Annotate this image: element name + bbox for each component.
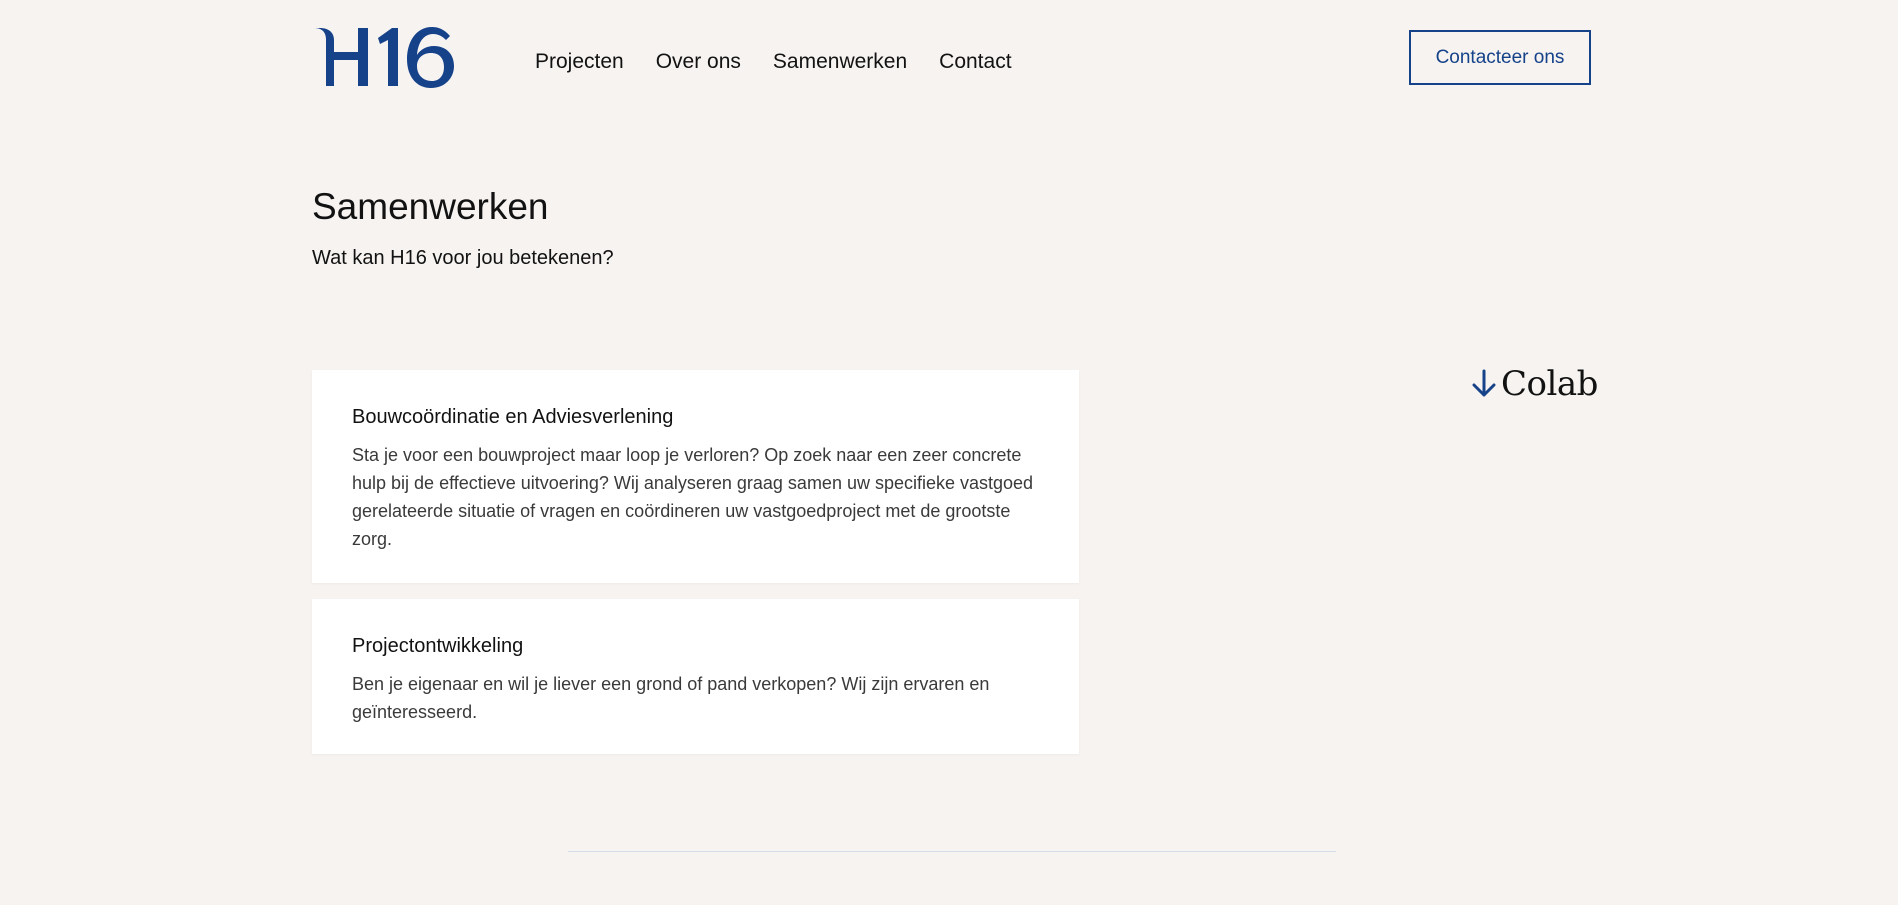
section-divider bbox=[568, 851, 1336, 852]
service-card-title: Bouwcoördinatie en Adviesverlening bbox=[352, 406, 674, 428]
page-subtitle: Wat kan H16 voor jou betekenen? bbox=[312, 247, 614, 269]
nav-item-samenwerken[interactable]: Samenwerken bbox=[773, 50, 907, 74]
nav-item-over-ons[interactable]: Over ons bbox=[656, 50, 741, 74]
arrow-down-icon bbox=[1472, 369, 1496, 397]
service-card-description: Sta je voor een bouwproject maar loop je… bbox=[352, 445, 1034, 549]
contacteer-ons-button[interactable]: Contacteer ons bbox=[1409, 30, 1591, 85]
nav-item-contact[interactable]: Contact bbox=[939, 50, 1011, 74]
colab-label: Colab bbox=[1501, 364, 1598, 404]
service-card-bouwcoordinatie: Bouwcoördinatie en Adviesverlening Sta j… bbox=[312, 370, 1079, 583]
colab-link[interactable]: Colab bbox=[1471, 364, 1598, 404]
service-card-description: Ben je eigenaar en wil je liever een gro… bbox=[352, 674, 990, 722]
service-card-title: Projectontwikkeling bbox=[352, 635, 524, 657]
service-card-projectontwikkeling: Projectontwikkeling Ben je eigenaar en w… bbox=[312, 599, 1079, 754]
page: Projecten Over ons Samenwerken Contact C… bbox=[0, 0, 1898, 905]
h16-logo-mark bbox=[314, 27, 454, 88]
main-nav: Projecten Over ons Samenwerken Contact bbox=[535, 50, 1044, 74]
page-title: Samenwerken bbox=[312, 186, 549, 227]
nav-item-projecten[interactable]: Projecten bbox=[535, 50, 624, 74]
h16-logo[interactable] bbox=[312, 26, 458, 90]
